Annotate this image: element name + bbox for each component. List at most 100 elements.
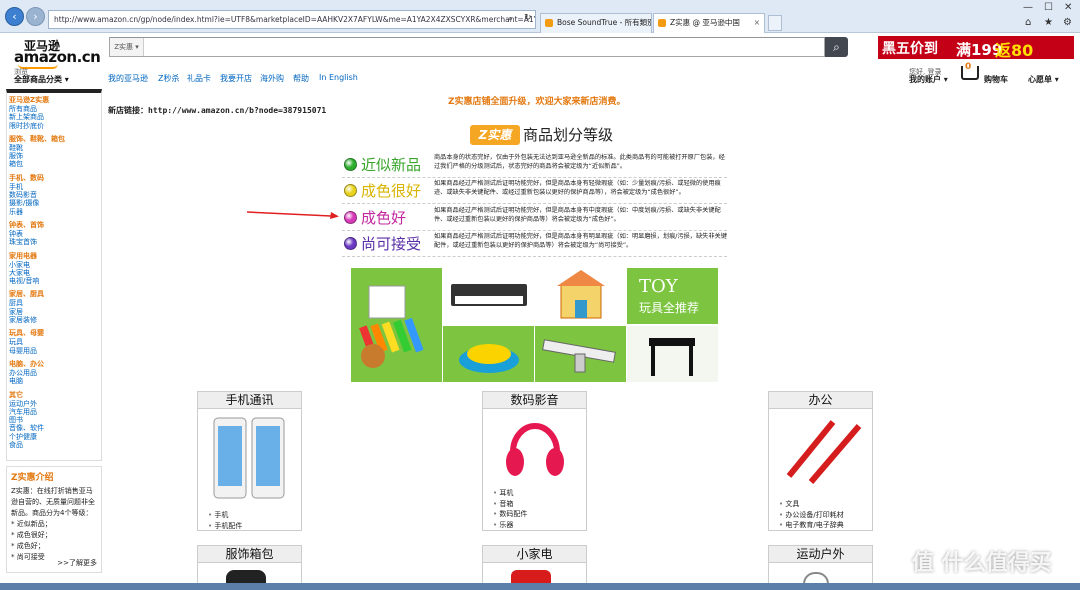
sidebar-item[interactable]: 厨具 (9, 299, 101, 307)
xylophone-icon (359, 285, 424, 368)
category-link[interactable]: 数码配件 (493, 509, 527, 520)
toy-playhouse-tile[interactable] (535, 268, 626, 324)
sidebar-item[interactable]: 家居 (9, 308, 101, 316)
category-digital[interactable]: 数码影音 耳机 音箱 数码配件 乐器 (482, 391, 587, 531)
sidebar-item[interactable]: 母婴用品 (9, 347, 101, 355)
sidebar-item[interactable]: 食品 (9, 441, 101, 449)
forward-icon[interactable]: › (26, 7, 45, 26)
piano-stool-icon (649, 338, 695, 376)
sidebar-item[interactable]: 手机 (9, 183, 101, 191)
minimize-icon[interactable]: — (1023, 2, 1033, 13)
watermark: 值 什么值得买 (912, 551, 1052, 576)
sidebar-group-heading[interactable]: 服饰、鞋靴、箱包 (9, 135, 101, 144)
sidebar-group-heading[interactable]: 手机、数码 (9, 174, 101, 183)
sidebar-group-heading[interactable]: 电脑、办公 (9, 360, 101, 369)
toy-banner-grid[interactable]: TOY 玩具全推荐 (351, 268, 720, 382)
sidebar-item[interactable]: 办公用品 (9, 369, 101, 377)
sidebar-group-heading[interactable]: 家居、厨具 (9, 290, 101, 299)
category-small-appliances[interactable]: 小家电 (482, 545, 587, 585)
gear-icon[interactable]: ⚙ (1063, 17, 1072, 28)
refresh-icon[interactable]: ↻ (524, 13, 532, 23)
sidebar-item[interactable]: 个护健康 (9, 433, 101, 441)
sidebar-item[interactable]: 电脑 (9, 377, 101, 385)
address-bar[interactable]: http://www.amazon.cn/gp/node/index.html?… (48, 10, 536, 29)
category-phones[interactable]: 手机通讯 手机 手机配件 (197, 391, 302, 531)
category-sports[interactable]: 运动户外 (768, 545, 873, 585)
category-link[interactable]: 文具 (779, 499, 844, 510)
cart-icon[interactable] (961, 66, 979, 80)
category-office[interactable]: 办公 文具 办公设备/打印耗材 电子教育/电子辞典 (768, 391, 873, 531)
category-link[interactable]: 手机配件 (208, 521, 242, 532)
home-icon[interactable]: ⌂ (1025, 17, 1031, 28)
search-category-dropdown[interactable]: Z实惠 ▾ (110, 38, 144, 56)
black-friday-banner[interactable]: 黑五价到 满199 返80 (878, 36, 1074, 60)
maximize-icon[interactable]: ☐ (1044, 2, 1053, 13)
grade-desc: 如果商品经过严格测试后证明功能完好，但是商品本身有中度瑕疵（如：中度划痕/污损、… (434, 207, 721, 223)
grade-label: 成色很好 (361, 182, 422, 200)
toy-recommend-tile[interactable]: TOY 玩具全推荐 (627, 268, 718, 324)
back-icon[interactable]: ‹ (5, 7, 24, 26)
toy-stool-tile[interactable] (627, 326, 718, 382)
sidebar-group-heading[interactable]: 亚马逊Z实惠 (9, 96, 101, 105)
headphones-icon (506, 423, 564, 476)
category-apparel[interactable]: 服饰箱包 (197, 545, 302, 585)
sidebar-item[interactable]: 小家电 (9, 261, 101, 269)
sidebar-group-heading[interactable]: 钟表、首饰 (9, 221, 101, 230)
new-store-link[interactable]: 新店链接：http://www.amazon.cn/b?node=3879150… (108, 105, 326, 116)
category-link[interactable]: 电子教育/电子辞典 (779, 520, 843, 531)
new-tab-button[interactable] (768, 15, 782, 31)
category-link[interactable]: 手机 (208, 510, 242, 521)
category-link[interactable]: 乐器 (493, 520, 527, 531)
sidebar-item[interactable]: 珠宝首饰 (9, 238, 101, 246)
toy-keyboard-tile[interactable] (443, 268, 534, 324)
sidebar-group-heading[interactable]: 玩具、母婴 (9, 329, 101, 338)
sidebar-item[interactable]: 运动户外 (9, 400, 101, 408)
category-link[interactable]: 办公设备/打印耗材 (779, 510, 843, 521)
sidebar-item[interactable]: 大家电 (9, 269, 101, 277)
intro-level: * 成色好； (11, 542, 45, 550)
search-input[interactable]: Z实惠 ▾ (109, 37, 825, 57)
close-tab-icon[interactable]: × (754, 14, 760, 32)
nav-my-amazon[interactable]: 我的亚马逊 (108, 73, 148, 84)
sidebar-item[interactable]: 电视/音响 (9, 277, 101, 285)
sidebar-item[interactable]: 乐器 (9, 208, 101, 216)
toy-turtle-tile[interactable] (443, 326, 534, 382)
nav-z-flash[interactable]: Z秒杀 (158, 73, 179, 84)
close-window-icon[interactable]: ✕ (1064, 2, 1072, 13)
nav-gift-card[interactable]: 礼品卡 (187, 73, 211, 84)
sidebar-item[interactable]: 摄影/摄像 (9, 199, 101, 207)
tab-bose[interactable]: Bose SoundTrue - 所有類別 ... (540, 13, 652, 33)
tab-zshihui[interactable]: Z实惠 @ 亚马逊中国 × (653, 13, 765, 33)
learn-more-link[interactable]: >>了解更多 (57, 558, 97, 568)
sidebar-item[interactable]: 汽车用品 (9, 408, 101, 416)
toy-gun-tile[interactable] (535, 326, 626, 382)
search-icon[interactable]: ⌕ (508, 14, 513, 24)
wishlist-menu[interactable]: 心愿单 ▾ (1028, 74, 1059, 85)
sidebar-item[interactable]: 箱包 (9, 160, 101, 168)
sidebar-group-heading[interactable]: 其它 (9, 391, 101, 400)
sidebar-item[interactable]: 限时抄底价 (9, 122, 101, 130)
bag-icon (226, 570, 266, 584)
sidebar-item[interactable]: 音像、软件 (9, 424, 101, 432)
appliance-icon (511, 570, 551, 584)
all-categories-menu[interactable]: 全部商品分类 ▾ (14, 74, 69, 85)
sidebar-item[interactable]: 家居装修 (9, 316, 101, 324)
nav-english[interactable]: In English (319, 73, 358, 82)
category-link[interactable]: 耳机 (493, 488, 527, 499)
my-account-menu[interactable]: 我的账户 ▾ (909, 74, 948, 85)
category-link[interactable]: 音箱 (493, 499, 527, 510)
sidebar-item[interactable]: 新上架商品 (9, 113, 101, 121)
tab-favicon-icon (658, 19, 666, 27)
sidebar-item[interactable]: 鞋靴 (9, 144, 101, 152)
sidebar-item[interactable]: 玩具 (9, 338, 101, 346)
nav-help[interactable]: 帮助 (293, 73, 309, 84)
toy-xylophone-tile[interactable] (351, 268, 442, 382)
nav-open-store[interactable]: 我要开店 (220, 73, 252, 84)
category-title: 手机通讯 (198, 392, 301, 409)
favorites-icon[interactable]: ★ (1044, 17, 1053, 28)
nav-overseas[interactable]: 海外购 (260, 73, 284, 84)
search-button[interactable]: ⌕ (825, 37, 848, 57)
sidebar-group-heading[interactable]: 家用电器 (9, 252, 101, 261)
grade-desc: 如果商品经过严格测试后证明功能完好，但是商品本身有轻微瑕疵（如：少量划痕/污损、… (434, 180, 721, 196)
cart-link[interactable]: 购物车 (984, 74, 1008, 85)
